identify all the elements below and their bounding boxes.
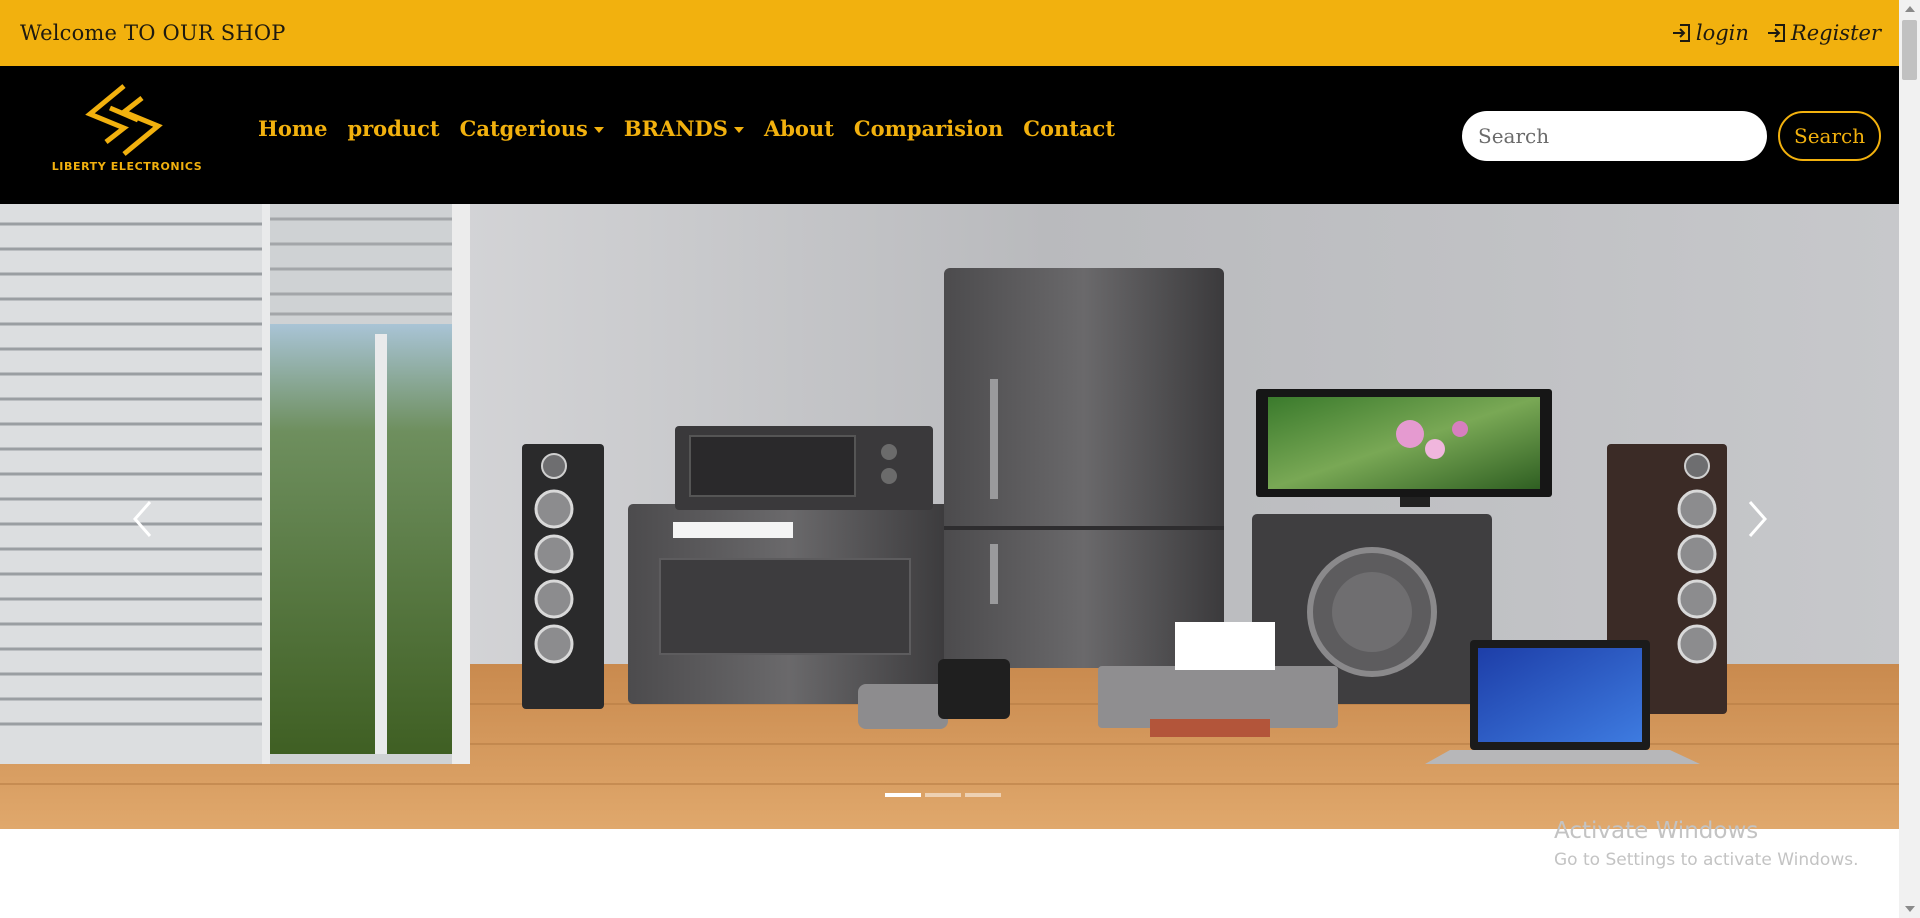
nav-brands-dropdown[interactable]: BRANDS (624, 116, 744, 141)
main-navbar: LIBERTY ELECTRONICS Home product Catgeri… (0, 66, 1899, 204)
welcome-text: Welcome TO OUR SHOP (20, 21, 286, 45)
chevron-left-icon (132, 501, 152, 537)
register-link[interactable]: Register (1765, 21, 1881, 45)
watermark-title: Activate Windows (1554, 818, 1759, 844)
hero-carousel (0, 204, 1899, 829)
watermark-subtitle: Go to Settings to activate Windows. (1554, 850, 1859, 870)
nav-comparision[interactable]: Comparision (854, 116, 1003, 141)
carousel-indicators (885, 793, 1001, 797)
scroll-up-icon[interactable] (1905, 6, 1915, 12)
nav-categories-dropdown[interactable]: Catgerious (460, 116, 604, 141)
nav-home-label: Home (258, 116, 328, 141)
nav-product-label: product (347, 116, 440, 141)
nav-comparision-label: Comparision (853, 116, 1004, 141)
nav-home[interactable]: Home (258, 116, 327, 141)
search-button[interactable]: Search (1778, 111, 1882, 161)
nav-product[interactable]: product (347, 116, 439, 141)
login-label: login (1695, 21, 1749, 45)
carousel-indicator-1[interactable] (885, 793, 921, 797)
nav-categories-label: Catgerious (459, 116, 588, 141)
caret-down-icon (593, 126, 604, 133)
top-bar: Welcome TO OUR SHOP login Register (0, 0, 1899, 66)
carousel-indicator-3[interactable] (965, 793, 1001, 797)
logo-mark-icon (85, 84, 163, 156)
caret-down-icon (733, 126, 744, 133)
nav-about-label: About (763, 116, 834, 141)
carousel-next-button[interactable] (1737, 494, 1777, 544)
scrollbar-thumb[interactable] (1902, 20, 1917, 80)
logo-text: LIBERTY ELECTRONICS (51, 160, 203, 173)
nav-links: Home product Catgerious BRANDS About Com… (258, 116, 1115, 141)
nav-contact[interactable]: Contact (1023, 116, 1115, 141)
register-label: Register (1790, 21, 1881, 45)
brand-logo[interactable]: LIBERTY ELECTRONICS (42, 84, 212, 192)
nav-contact-label: Contact (1023, 116, 1116, 141)
search-input[interactable] (1462, 111, 1767, 161)
scroll-down-icon[interactable] (1905, 906, 1915, 912)
activate-windows-watermark: Activate Windows Go to Settings to activ… (1554, 818, 1859, 870)
login-icon (1672, 24, 1690, 42)
page-scrollbar[interactable] (1899, 0, 1920, 918)
register-icon (1767, 24, 1785, 42)
nav-about[interactable]: About (764, 116, 834, 141)
hero-slide-image (0, 204, 1899, 829)
nav-brands-label: BRANDS (623, 116, 728, 141)
auth-links: login Register (1670, 21, 1881, 45)
carousel-indicator-2[interactable] (925, 793, 961, 797)
login-link[interactable]: login (1670, 21, 1749, 45)
carousel-prev-button[interactable] (123, 494, 163, 544)
search-form: Search (1462, 111, 1882, 161)
chevron-right-icon (1748, 501, 1768, 537)
